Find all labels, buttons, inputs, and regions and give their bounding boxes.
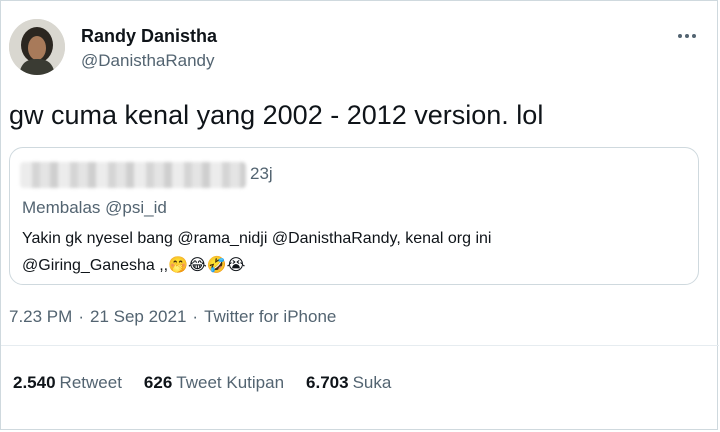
stat-value: 2.540	[13, 373, 56, 392]
tweet-header: Randy Danistha @DanisthaRandy	[9, 19, 713, 83]
tweet-text: gw cuma kenal yang 2002 - 2012 version. …	[9, 100, 544, 130]
tweet-stats: 2.540 Retweet 626 Tweet Kutipan 6.703 Suka	[13, 373, 391, 393]
tweet-meta: 7.23 PM · 21 Sep 2021 · Twitter for iPhone	[9, 307, 336, 327]
user-handle[interactable]: @DanisthaRandy	[81, 49, 217, 73]
display-name[interactable]: Randy Danistha	[81, 25, 217, 47]
quoted-text: Yakin gk nyesel bang @rama_nidji @Danist…	[22, 226, 682, 279]
retweet-count[interactable]: 2.540 Retweet	[13, 373, 122, 393]
like-count[interactable]: 6.703 Suka	[306, 373, 391, 393]
more-options-button[interactable]	[673, 25, 701, 47]
stat-value: 6.703	[306, 373, 349, 392]
more-horizontal-icon	[678, 34, 696, 38]
meta-separator: ·	[192, 307, 199, 326]
blurred-author	[20, 162, 246, 188]
stat-label: Retweet	[59, 373, 122, 392]
quoted-tweet[interactable]: 23j Membalas @psi_id Yakin gk nyesel ban…	[9, 147, 699, 285]
tweet-card: Randy Danistha @DanisthaRandy gw cuma ke…	[0, 0, 719, 430]
quoted-text-line-1: Yakin gk nyesel bang @rama_nidji @Danist…	[22, 230, 492, 247]
author-names: Randy Danistha @DanisthaRandy	[81, 25, 217, 73]
quoted-time: 23j	[250, 164, 273, 183]
meta-separator: ·	[78, 307, 84, 326]
stat-value: 626	[143, 373, 173, 392]
replying-to: Membalas @psi_id	[22, 198, 167, 217]
stat-label: Suka	[352, 373, 392, 392]
quote-tweet-count[interactable]: 626 Tweet Kutipan	[144, 373, 284, 393]
emoji-group: 🤭😂🤣😭	[168, 255, 246, 274]
quoted-text-line-2: @Giring_Ganesha ,,🤭😂🤣😭	[22, 252, 682, 279]
tweet-time[interactable]: 7.23 PM	[9, 307, 72, 326]
quoted-mention: @Giring_Ganesha ,,	[22, 257, 169, 274]
tweet-source[interactable]: Twitter for iPhone	[204, 307, 336, 326]
divider	[1, 345, 719, 346]
tweet-date[interactable]: 21 Sep 2021	[90, 307, 186, 326]
avatar[interactable]	[9, 19, 65, 75]
stat-label: Tweet Kutipan	[176, 373, 285, 392]
